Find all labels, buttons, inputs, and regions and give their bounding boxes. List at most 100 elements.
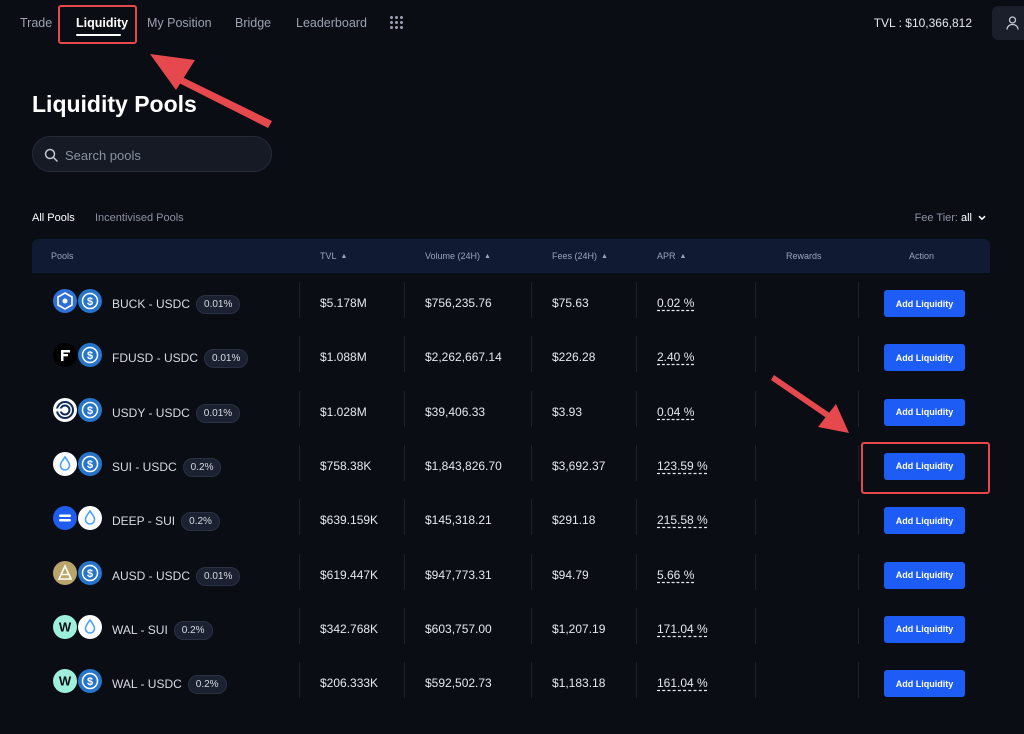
- pool-apr[interactable]: 0.02 %: [657, 296, 694, 310]
- cell-divider: [636, 282, 637, 318]
- pool-volume: $39,406.33: [425, 404, 486, 419]
- search-icon: [44, 148, 58, 162]
- cell-divider: [755, 444, 756, 481]
- pool-volume: $756,235.76: [425, 296, 492, 310]
- pool-fees: $75.63: [552, 296, 589, 310]
- pool-volume: $603,757.00: [425, 621, 492, 636]
- pool-volume: $1,843,826.70: [425, 458, 502, 473]
- pool-pair[interactable]: DEEP - SUI 0.2%: [112, 512, 220, 532]
- add-liquidity-button[interactable]: Add Liquidity: [884, 398, 965, 426]
- header-action: Action: [909, 251, 935, 261]
- pool-pair[interactable]: USDY - USDC 0.01%: [112, 403, 241, 423]
- sui-icon: [52, 450, 77, 476]
- pool-pair[interactable]: WAL - SUI 0.2%: [112, 620, 213, 640]
- pool-apr[interactable]: 171.04 %: [657, 622, 708, 636]
- usdy-icon: [52, 396, 77, 422]
- pool-apr[interactable]: 215.58 %: [657, 513, 708, 527]
- add-liquidity-button[interactable]: Add Liquidity: [884, 507, 965, 535]
- add-liquidity-button[interactable]: Add Liquidity: [884, 290, 965, 317]
- table-row: $ BUCK - USDC 0.01% $5.178M $756,235.76 $75.6…: [32, 273, 990, 327]
- add-liquidity-button[interactable]: Add Liquidity: [884, 344, 965, 372]
- pool-pair[interactable]: WAL - USDC 0.2%: [112, 675, 227, 695]
- svg-text:W: W: [59, 619, 72, 634]
- pool-apr[interactable]: 0.04 %: [657, 405, 694, 419]
- user-button[interactable]: [992, 6, 1024, 40]
- cell-divider: [858, 662, 859, 699]
- cell-divider: [755, 336, 756, 373]
- fee-badge: 0.01%: [204, 349, 249, 369]
- pool-pair[interactable]: SUI - USDC 0.2%: [112, 457, 222, 477]
- deep-icon: [52, 505, 77, 531]
- pool-pair[interactable]: AUSD - USDC 0.01%: [112, 566, 241, 586]
- header-volume[interactable]: Volume (24H) ▲: [425, 251, 491, 261]
- svg-text:$: $: [87, 568, 93, 580]
- header-fees[interactable]: Fees (24H) ▲: [552, 251, 608, 261]
- svg-text:W: W: [59, 674, 72, 689]
- cell-divider: [858, 553, 859, 590]
- pool-apr[interactable]: 2.40 %: [657, 350, 694, 364]
- pool-fees: $3,692.37: [552, 458, 606, 473]
- add-liquidity-button[interactable]: Add Liquidity: [884, 561, 965, 589]
- table-row: W $ WAL - USDC 0.2% $206.333K $592,502.73 $1,1…: [32, 653, 990, 707]
- header-apr[interactable]: APR ▲: [657, 251, 686, 261]
- search-input[interactable]: [65, 145, 265, 165]
- grid-icon[interactable]: [390, 16, 403, 29]
- pool-apr[interactable]: 123.59 %: [657, 459, 708, 473]
- nav-my-position[interactable]: My Position: [147, 16, 212, 30]
- header-tvl[interactable]: TVL ▲: [320, 251, 347, 261]
- cell-divider: [636, 553, 637, 590]
- cell-divider: [299, 662, 300, 699]
- tab-all-pools[interactable]: All Pools: [32, 212, 75, 224]
- cell-divider: [858, 282, 859, 318]
- nav-trade[interactable]: Trade: [20, 16, 52, 30]
- add-liquidity-button[interactable]: Add Liquidity: [884, 670, 965, 698]
- cell-divider: [404, 662, 405, 699]
- fee-badge: 0.01%: [196, 566, 241, 586]
- fee-tier-label: Fee Tier:: [914, 212, 958, 224]
- pool-pair[interactable]: FDUSD - USDC 0.01%: [112, 349, 249, 369]
- usdc-icon: $: [77, 559, 102, 585]
- cell-divider: [299, 553, 300, 590]
- table-row: $ AUSD - USDC 0.01% $619.447K $947,773.31 $94…: [32, 545, 990, 599]
- cell-divider: [299, 607, 300, 644]
- table-row: $ FDUSD - USDC 0.01% $1.088M $2,262,667.14 $2…: [32, 327, 990, 381]
- cell-divider: [531, 499, 532, 536]
- usdc-icon: $: [77, 342, 102, 368]
- cell-divider: [299, 444, 300, 481]
- cell-divider: [858, 390, 859, 427]
- header-pools: Pools: [51, 251, 74, 261]
- cell-divider: [755, 553, 756, 590]
- wal-icon: W: [52, 668, 77, 694]
- search-box[interactable]: [32, 136, 272, 172]
- ausd-icon: [52, 559, 77, 585]
- add-liquidity-button[interactable]: Add Liquidity: [884, 615, 965, 643]
- pool-tvl: $619.447K: [320, 567, 379, 582]
- svg-text:$: $: [87, 405, 93, 417]
- fdusd-icon: [52, 342, 77, 368]
- cell-divider: [636, 662, 637, 699]
- nav-leaderboard[interactable]: Leaderboard: [296, 16, 367, 30]
- pool-fees: $3.93: [552, 404, 583, 419]
- pool-volume: $145,318.21: [425, 513, 492, 528]
- cell-divider: [531, 444, 532, 481]
- cell-divider: [858, 499, 859, 536]
- total-tvl: TVL : $10,366,812: [873, 16, 972, 30]
- cell-divider: [531, 282, 532, 318]
- pool-pair[interactable]: BUCK - USDC 0.01%: [112, 295, 241, 314]
- pool-tvl: $206.333K: [320, 676, 379, 691]
- tab-incentivised-pools[interactable]: Incentivised Pools: [95, 212, 184, 224]
- svg-text:$: $: [87, 676, 93, 688]
- pool-fees: $291.18: [552, 513, 596, 528]
- fee-badge: 0.2%: [181, 512, 220, 532]
- cell-divider: [636, 444, 637, 481]
- svg-text:$: $: [87, 459, 93, 471]
- nav-bridge[interactable]: Bridge: [235, 16, 271, 30]
- pool-apr[interactable]: 5.66 %: [657, 568, 694, 582]
- pool-apr[interactable]: 161.04 %: [657, 676, 708, 690]
- fee-tier-dropdown[interactable]: Fee Tier: all: [915, 212, 986, 224]
- cell-divider: [531, 662, 532, 699]
- user-icon: [1006, 16, 1019, 30]
- wal-icon: W: [52, 613, 77, 639]
- svg-text:$: $: [87, 296, 93, 308]
- cell-divider: [755, 390, 756, 427]
